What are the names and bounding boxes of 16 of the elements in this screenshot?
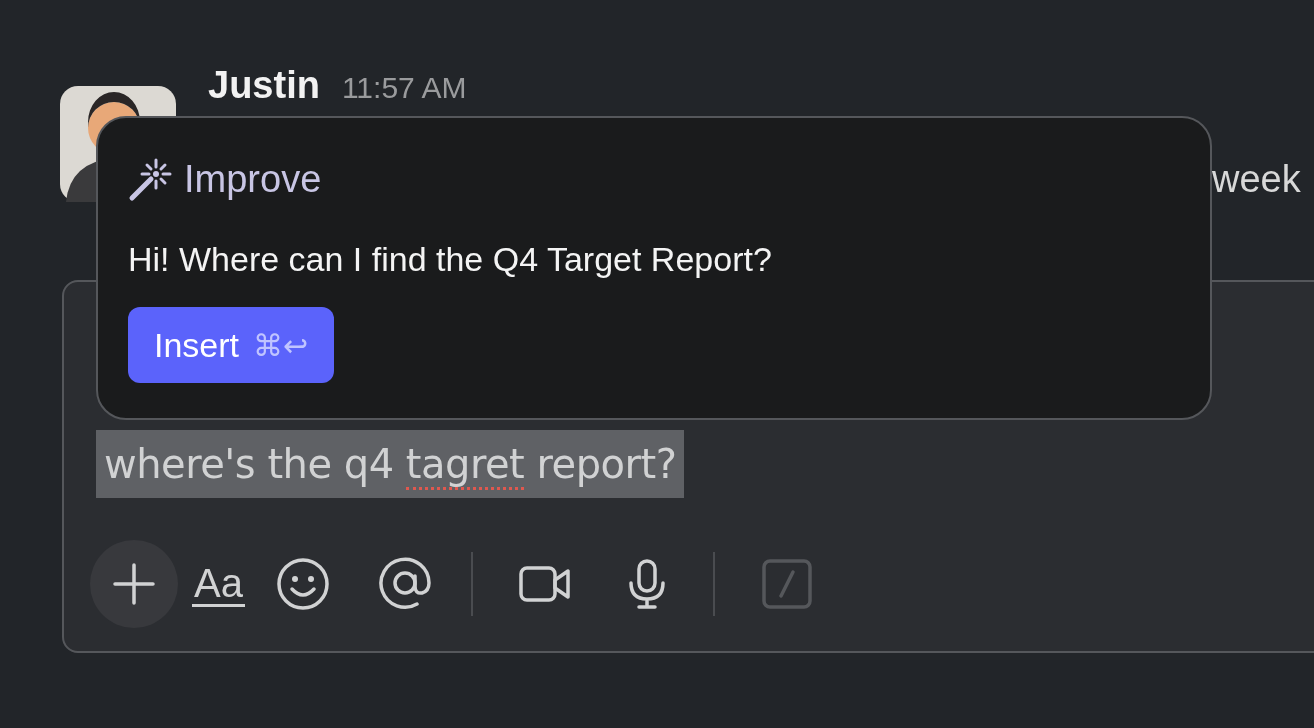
plus-icon	[111, 561, 157, 607]
shortcut-hint: ⌘↩	[253, 327, 309, 363]
timestamp[interactable]: 11:57 AM	[341, 73, 467, 103]
emoji-icon	[275, 557, 330, 611]
author-name[interactable]: Justin	[208, 66, 320, 104]
formatting-button[interactable]: Aa	[192, 561, 245, 607]
message-text: week	[1212, 158, 1301, 201]
at-sign-icon	[377, 556, 432, 612]
draft-text[interactable]: where's the q4 tagret report?	[96, 430, 685, 498]
insert-button[interactable]: Insert ⌘↩	[128, 307, 335, 383]
microphone-icon	[626, 559, 667, 609]
suggestion-text: Hi! Where can I find the Q4 Target Report?	[128, 240, 773, 279]
video-camera-icon	[518, 564, 571, 604]
magic-wand-icon	[128, 156, 174, 202]
slash-command-icon	[761, 559, 812, 609]
popup-title: Improve	[184, 157, 322, 201]
